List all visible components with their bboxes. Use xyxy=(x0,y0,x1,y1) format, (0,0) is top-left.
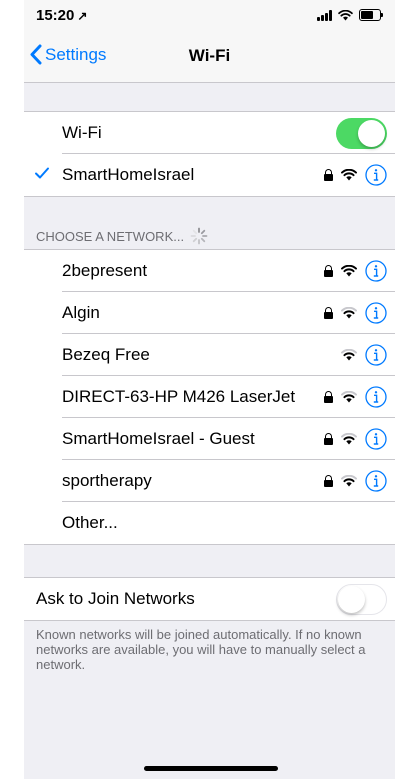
ask-to-join-label: Ask to Join Networks xyxy=(36,589,195,608)
other-network-label: Other... xyxy=(62,513,118,532)
wifi-signal-icon xyxy=(341,307,357,319)
lock-icon xyxy=(324,391,333,403)
connected-network-row[interactable]: SmartHomeIsrael xyxy=(24,154,395,196)
footer-note: Known networks will be joined automatica… xyxy=(36,627,366,672)
lock-icon xyxy=(324,433,333,445)
network-row[interactable]: DIRECT-63-HP M426 LaserJet xyxy=(24,376,395,418)
ask-to-join-group: Ask to Join Networks xyxy=(24,577,395,621)
lock-icon xyxy=(324,169,333,181)
ask-to-join-toggle[interactable] xyxy=(336,584,387,615)
status-bar: 15:20 ↗ xyxy=(24,0,395,34)
networks-group: 2bepresent Algin Bezeq Free DIRECT-63-HP… xyxy=(24,249,395,545)
wifi-toggle[interactable] xyxy=(336,118,387,149)
network-name: Bezeq Free xyxy=(62,345,150,364)
lock-icon xyxy=(324,475,333,487)
network-name: sportherapy xyxy=(62,471,152,490)
left-margin xyxy=(0,0,24,779)
toggle-knob xyxy=(338,586,365,613)
network-row[interactable]: sportherapy xyxy=(24,460,395,502)
network-row[interactable]: Bezeq Free xyxy=(24,334,395,376)
checkmark-icon xyxy=(35,167,49,179)
network-name: SmartHomeIsrael - Guest xyxy=(62,429,255,448)
info-icon[interactable] xyxy=(365,302,387,324)
info-icon[interactable] xyxy=(365,164,387,186)
info-icon[interactable] xyxy=(365,344,387,366)
wifi-signal-icon xyxy=(341,475,357,487)
wifi-toggle-row: Wi-Fi xyxy=(24,112,395,154)
network-row[interactable]: Algin xyxy=(24,292,395,334)
section-header-label: CHOOSE A NETWORK... xyxy=(36,228,185,244)
time-text: 15:20 xyxy=(36,7,75,24)
network-row[interactable]: 2bepresent xyxy=(24,250,395,292)
section-header: CHOOSE A NETWORK... xyxy=(36,227,208,245)
loading-spinner-icon xyxy=(190,227,208,245)
wifi-signal-icon xyxy=(341,433,357,445)
battery-icon xyxy=(359,9,383,21)
wifi-signal-icon xyxy=(341,391,357,403)
navigation-bar: Settings Wi-Fi xyxy=(24,34,395,83)
toggle-knob xyxy=(358,120,385,147)
lock-icon xyxy=(324,265,333,277)
info-icon[interactable] xyxy=(365,428,387,450)
page-title: Wi-Fi xyxy=(188,46,231,65)
wifi-status-icon xyxy=(338,9,353,21)
network-name: DIRECT-63-HP M426 LaserJet xyxy=(62,387,296,406)
lock-icon xyxy=(324,307,333,319)
other-network-row[interactable]: Other... xyxy=(24,502,395,544)
wifi-group: Wi-Fi SmartHomeIsrael xyxy=(24,111,395,197)
network-name: Algin xyxy=(62,303,100,322)
network-row[interactable]: SmartHomeIsrael - Guest xyxy=(24,418,395,460)
network-name: 2bepresent xyxy=(62,261,148,280)
wifi-signal-icon xyxy=(341,169,357,181)
info-icon[interactable] xyxy=(365,260,387,282)
info-icon[interactable] xyxy=(365,386,387,408)
location-icon: ↗ xyxy=(77,9,88,23)
info-icon[interactable] xyxy=(365,470,387,492)
wifi-signal-icon xyxy=(341,265,357,277)
cellular-signal-icon xyxy=(317,9,332,21)
connected-network-name: SmartHomeIsrael xyxy=(62,165,195,184)
wifi-signal-icon xyxy=(341,349,357,361)
home-indicator[interactable] xyxy=(144,766,278,771)
phone-screen: 15:20 ↗ Settings Wi-Fi Wi-Fi SmartHomeIs… xyxy=(24,0,395,779)
ask-to-join-row: Ask to Join Networks xyxy=(24,578,395,620)
wifi-label: Wi-Fi xyxy=(62,123,102,142)
status-time: 15:20 ↗ xyxy=(36,7,87,24)
